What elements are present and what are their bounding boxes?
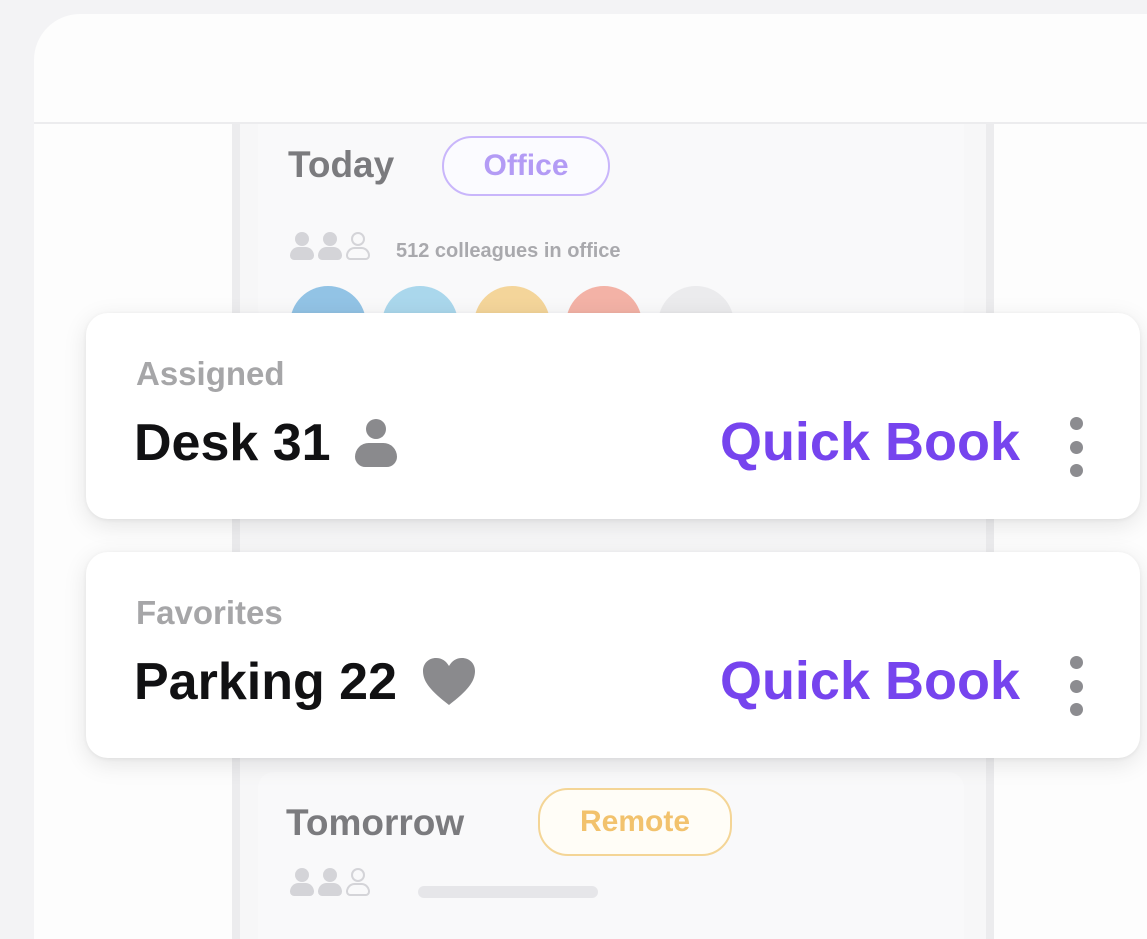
office-status-pill: Office <box>442 136 610 196</box>
app-stage: Today Office 512 colleagues in office To… <box>0 0 1147 939</box>
quick-book-button[interactable]: Quick Book <box>720 650 1020 712</box>
assigned-booking-card[interactable]: Assigned Desk 31 Quick Book <box>86 313 1140 519</box>
remote-status-pill: Remote <box>538 788 732 856</box>
colleagues-count-text: 512 colleagues in office <box>396 240 621 262</box>
tomorrow-title: Tomorrow <box>286 802 465 843</box>
colleagues-icon <box>290 232 370 262</box>
quick-book-button[interactable]: Quick Book <box>720 411 1020 473</box>
desk-title: Desk 31 <box>134 413 397 473</box>
parking-title: Parking 22 <box>134 652 477 712</box>
more-options-icon[interactable] <box>1064 656 1088 716</box>
favorites-label: Favorites <box>136 594 283 631</box>
loading-placeholder-bar <box>418 886 598 898</box>
desk-title-text: Desk 31 <box>134 414 331 472</box>
colleagues-icon <box>290 868 370 898</box>
parking-title-text: Parking 22 <box>134 653 398 711</box>
heart-icon <box>423 658 476 705</box>
person-icon <box>354 419 397 467</box>
more-options-icon[interactable] <box>1064 417 1088 477</box>
assigned-label: Assigned <box>136 355 285 392</box>
today-title: Today <box>288 144 395 185</box>
favorites-booking-card[interactable]: Favorites Parking 22 Quick Book <box>86 552 1140 758</box>
tomorrow-card[interactable]: Tomorrow Remote <box>258 772 964 939</box>
